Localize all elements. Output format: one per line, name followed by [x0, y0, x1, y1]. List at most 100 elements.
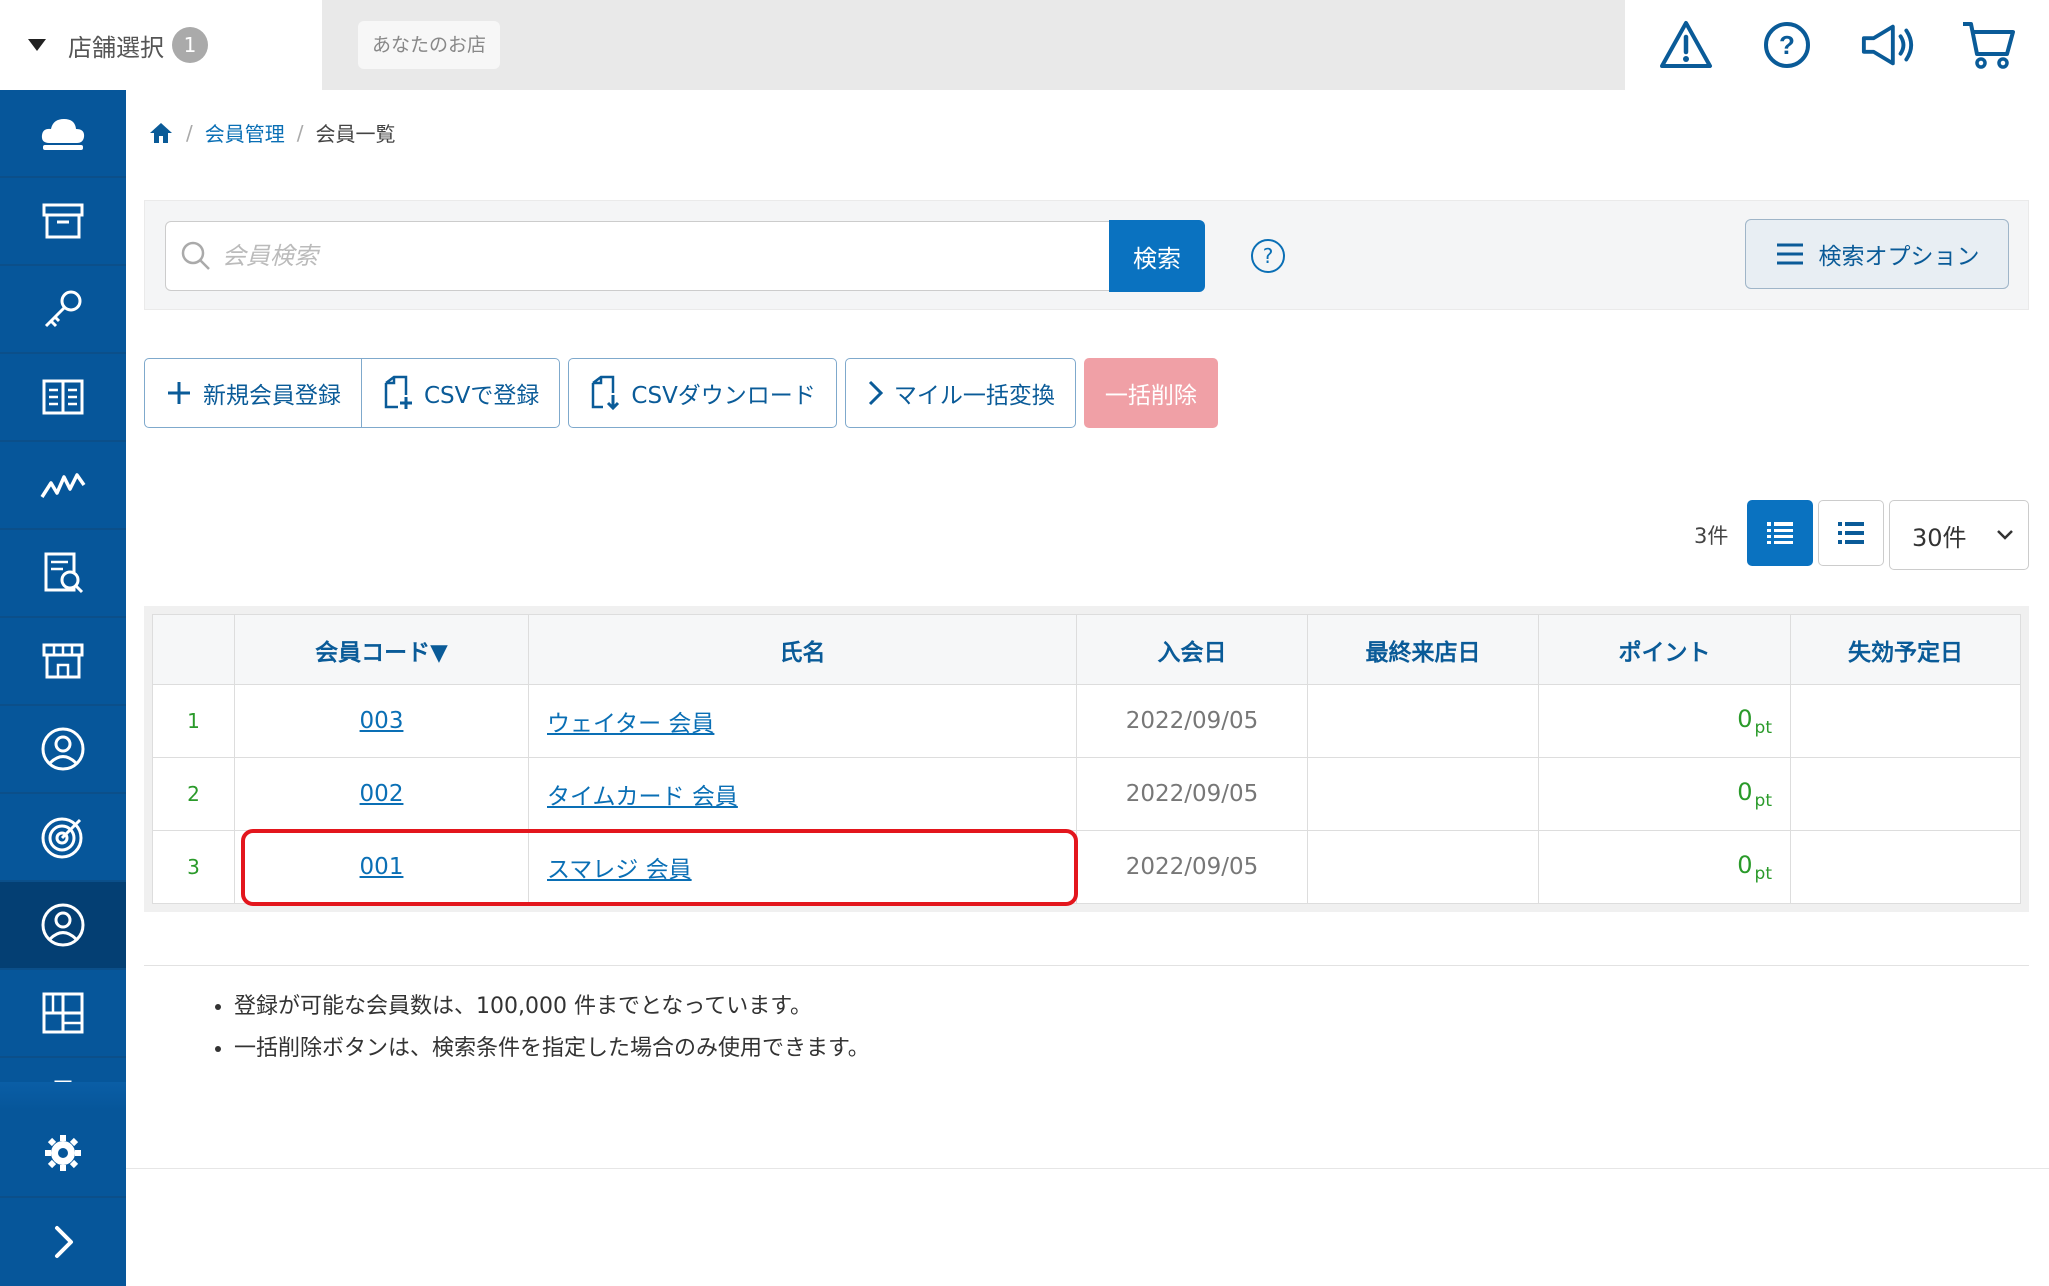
col-expiry[interactable]: 失効予定日: [1790, 614, 2021, 685]
sidebar-item-report[interactable]: [0, 530, 126, 618]
member-icon: [41, 903, 85, 947]
note-item: 一括削除ボタンは、検索条件を指定した場合のみ使用できます。: [234, 1030, 870, 1062]
notes-list: 登録が可能な会員数は、100,000 件までとなっています。 一括削除ボタンは、…: [210, 988, 870, 1072]
target-icon: [41, 817, 83, 859]
member-table-wrapper: 会員コード▼ 氏名 入会日 最終来店日 ポイント 失効予定日 1 003 ウェイ…: [144, 606, 2029, 912]
svg-text:?: ?: [1779, 30, 1795, 60]
sidebar-item-key[interactable]: [0, 266, 126, 354]
expand-sidebar-button[interactable]: [0, 1198, 126, 1286]
menu-icon: [1776, 243, 1803, 265]
sidebar: [0, 90, 126, 1286]
sidebar-item-members[interactable]: [0, 882, 126, 970]
last-visit-date: [1307, 830, 1539, 904]
new-member-label: 新規会員登録: [203, 383, 341, 409]
action-bar: 新規会員登録 CSVで登録 CSVダウンロード マイル一括変換 一括削除: [144, 358, 1218, 428]
expiry-date: [1790, 757, 2021, 831]
new-member-button[interactable]: 新規会員登録: [144, 358, 362, 428]
help-icon[interactable]: ?: [1759, 17, 1815, 73]
shop-name-chip[interactable]: あなたのお店: [358, 21, 501, 69]
chart-icon: [40, 473, 86, 498]
chevron-right-icon: [868, 380, 883, 406]
bulk-delete-button[interactable]: 一括削除: [1083, 358, 1218, 428]
book-icon: [42, 379, 84, 415]
csv-register-button[interactable]: CSVで登録: [362, 358, 561, 428]
joined-date: 2022/09/05: [1076, 684, 1308, 758]
csv-download-button[interactable]: CSVダウンロード: [568, 358, 837, 428]
points-cell: 0 pt: [1538, 830, 1791, 904]
sidebar-item-user[interactable]: [0, 706, 126, 794]
sidebar-item-book[interactable]: [0, 354, 126, 442]
mile-convert-label: マイル一括変換: [893, 383, 1055, 409]
sidebar-item-chart[interactable]: [0, 442, 126, 530]
expiry-date: [1790, 830, 2021, 904]
member-name-link[interactable]: タイムカード 会員: [547, 784, 738, 810]
report-icon: [44, 552, 84, 594]
search-button[interactable]: 検索: [1109, 220, 1205, 292]
member-code-link[interactable]: 003: [360, 708, 404, 734]
joined-date: 2022/09/05: [1076, 757, 1308, 831]
compact-list-icon: [1838, 522, 1864, 544]
member-table: 会員コード▼ 氏名 入会日 最終来店日 ポイント 失効予定日 1 003 ウェイ…: [152, 614, 2021, 904]
user-icon: [41, 727, 85, 771]
warning-icon[interactable]: [1658, 17, 1714, 73]
table-header-row: 会員コード▼ 氏名 入会日 最終来店日 ポイント 失効予定日: [152, 614, 2021, 685]
gear-icon: [45, 1135, 81, 1171]
home-icon[interactable]: [148, 121, 174, 145]
col-points[interactable]: ポイント: [1538, 614, 1791, 685]
csv-register-label: CSVで登録: [424, 383, 540, 409]
table-row: 2 002 タイムカード 会員 2022/09/05 0 pt: [152, 757, 2021, 831]
search-option-label: 検索オプション: [1818, 244, 1980, 270]
breadcrumb-member-management[interactable]: 会員管理: [205, 118, 285, 147]
table-row: 3 001 スマレジ 会員 2022/09/05 0 pt: [152, 830, 2021, 904]
caret-down-icon: [28, 39, 46, 51]
top-icon-bar: ?: [1625, 0, 2049, 90]
result-count: 3件: [1694, 524, 1729, 548]
search-box: [165, 221, 1111, 291]
sidebar-item-cloud[interactable]: [0, 90, 126, 178]
mile-convert-button[interactable]: マイル一括変換: [844, 358, 1076, 428]
row-index: 1: [152, 684, 235, 758]
points-value: 0: [1737, 777, 1753, 806]
search-panel: 検索 ? 検索オプション: [144, 200, 2029, 310]
sidebar-item-store[interactable]: [0, 618, 126, 706]
per-page-select[interactable]: 30件: [1889, 500, 2029, 570]
note-item: 登録が可能な会員数は、100,000 件までとなっています。: [234, 988, 870, 1020]
cart-icon[interactable]: [1961, 17, 2017, 73]
last-visit-date: [1307, 684, 1539, 758]
sidebar-item-grid[interactable]: [0, 970, 126, 1058]
breadcrumb-current: 会員一覧: [315, 122, 396, 146]
per-page-value: 30件: [1912, 523, 1967, 552]
member-code-link[interactable]: 001: [360, 854, 404, 880]
search-icon: [181, 241, 210, 270]
store-select[interactable]: 店舗選択 1: [0, 0, 322, 90]
sidebar-item-archive[interactable]: [0, 178, 126, 266]
announcement-icon[interactable]: [1860, 17, 1916, 73]
points-unit: pt: [1754, 863, 1772, 884]
store-select-label: 店舗選択: [68, 33, 164, 62]
divider: [144, 965, 2029, 966]
col-index: [152, 614, 235, 685]
points-cell: 0 pt: [1538, 757, 1791, 831]
cloud-icon: [41, 119, 85, 150]
settings-button[interactable]: [0, 1110, 126, 1198]
top-bar: 店舗選択 1 あなたのお店 ?: [0, 0, 2049, 90]
col-name[interactable]: 氏名: [528, 614, 1077, 685]
member-name-link[interactable]: スマレジ 会員: [547, 857, 692, 883]
member-search-input[interactable]: [222, 242, 1082, 270]
archive-icon: [42, 203, 84, 239]
list-view-button[interactable]: [1747, 500, 1813, 566]
col-joined[interactable]: 入会日: [1076, 614, 1308, 685]
compact-view-button[interactable]: [1818, 500, 1884, 566]
key-icon: [44, 290, 82, 328]
plus-icon: [168, 382, 190, 404]
sidebar-item-target[interactable]: [0, 794, 126, 882]
csv-download-label: CSVダウンロード: [631, 383, 816, 409]
col-last-visit[interactable]: 最終来店日: [1307, 614, 1539, 685]
col-member-code[interactable]: 会員コード▼: [234, 614, 529, 685]
search-option-button[interactable]: 検索オプション: [1745, 219, 2009, 289]
member-code-link[interactable]: 002: [360, 781, 404, 807]
member-name-link[interactable]: ウェイター 会員: [547, 711, 714, 737]
joined-date: 2022/09/05: [1076, 830, 1308, 904]
expiry-date: [1790, 684, 2021, 758]
search-help-icon[interactable]: ?: [1251, 239, 1285, 273]
